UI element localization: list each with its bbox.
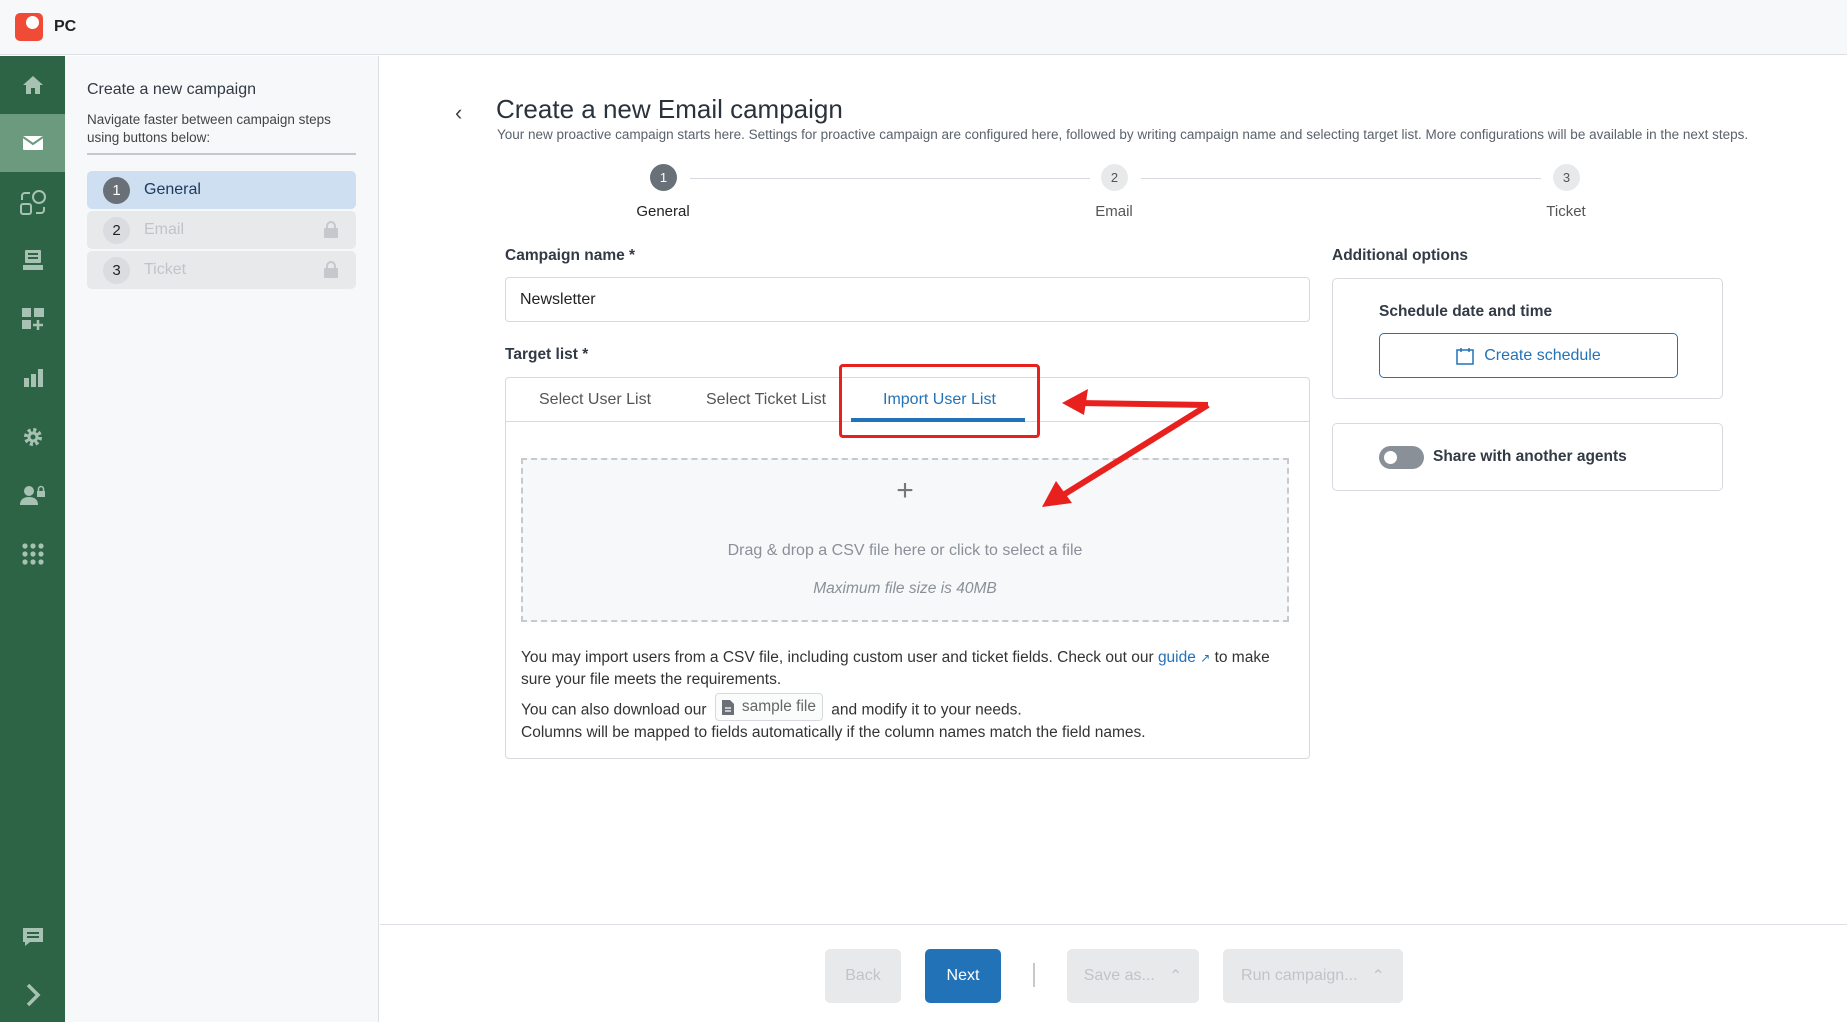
schedule-card: Schedule date and time Create schedule [1332, 278, 1723, 399]
create-schedule-button[interactable]: Create schedule [1379, 333, 1678, 378]
page-subtitle: Your new proactive campaign starts here.… [497, 127, 1749, 142]
user-lock-icon[interactable] [0, 466, 65, 524]
step-label: Email [144, 221, 185, 238]
step-item-general[interactable]: 1 General [87, 171, 356, 209]
annotation-arrows [1042, 389, 1210, 507]
stepper-circle-3: 3 [1553, 164, 1580, 191]
help-text-columns: Columns will be mapped to fields automat… [521, 724, 1146, 741]
dropzone-text: Drag & drop a CSV file here or click to … [727, 542, 1083, 559]
run-campaign-button[interactable]: Run campaign... ⌃ [1223, 949, 1403, 1003]
home-icon[interactable] [0, 56, 65, 114]
external-link-icon: ↗ [1200, 651, 1211, 665]
stepper-circle-2: 2 [1101, 164, 1128, 191]
chevron-right-icon[interactable] [0, 966, 65, 1024]
next-button[interactable]: Next [925, 949, 1001, 1003]
page-title: Create a new Email campaign [496, 94, 843, 124]
calendar-icon [1456, 347, 1474, 365]
steps-panel-subtitle: Navigate faster between campaign steps u… [87, 112, 331, 145]
tab-select-user-list[interactable]: Select User List [539, 391, 651, 409]
stepper-line [690, 178, 1090, 179]
chevron-up-icon: ⌃ [1371, 968, 1385, 985]
dashboard-add-icon[interactable] [0, 290, 65, 348]
share-card: Share with another agents [1332, 423, 1723, 491]
divider [1033, 963, 1035, 987]
help-text-guide: You may import users from a CSV file, in… [521, 647, 1291, 691]
save-as-button[interactable]: Save as... ⌃ [1067, 949, 1199, 1003]
annotation-highlight-box [839, 364, 1040, 438]
target-list-label: Target list * [505, 346, 589, 363]
back-chevron-icon[interactable]: ‹ [455, 100, 462, 126]
help-text: You can also download our [521, 701, 707, 719]
divider [87, 153, 356, 155]
apps-grid-icon[interactable] [0, 525, 65, 583]
help-text: You may import users from a CSV file, in… [521, 649, 1154, 666]
step-number: 3 [103, 256, 130, 284]
step-item-ticket[interactable]: 3 Ticket [87, 251, 356, 289]
share-label: Share with another agents [1433, 448, 1627, 465]
inbox-icon[interactable] [0, 231, 65, 289]
pc-logo[interactable] [15, 13, 43, 41]
stepper-label-email: Email [1095, 203, 1133, 220]
file-icon [721, 699, 734, 715]
additional-options-title: Additional options [1332, 247, 1469, 264]
guide-link[interactable]: guide ↗ [1158, 649, 1210, 666]
chevron-up-icon: ⌃ [1168, 968, 1183, 985]
lock-icon [324, 261, 338, 278]
step-label: Ticket [144, 261, 187, 278]
campaign-steps-panel: Create a new campaign Navigate faster be… [65, 56, 379, 1022]
stepper-label-general: General [636, 203, 690, 220]
top-bar: PC [0, 0, 1847, 55]
step-number: 1 [103, 176, 130, 204]
gear-icon[interactable] [0, 408, 65, 466]
dropzone-limit: Maximum file size is 40MB [813, 580, 997, 597]
help-text: and modify it to your needs. [831, 701, 1022, 719]
stepper-label-ticket: Ticket [1546, 203, 1586, 220]
tab-select-ticket-list[interactable]: Select Ticket List [706, 391, 826, 409]
share-toggle[interactable] [1379, 446, 1424, 469]
lock-icon [324, 221, 338, 238]
schedule-label: Schedule date and time [1379, 303, 1553, 320]
footer-bar: Back Next Save as... ⌃ Run campaign... ⌃ [380, 924, 1847, 1022]
stepper-line [1141, 178, 1541, 179]
sample-file-button[interactable]: sample file [714, 693, 823, 721]
chat-icon[interactable] [0, 908, 65, 966]
bar-chart-icon[interactable] [0, 349, 65, 407]
stepper-circle-1: 1 [650, 164, 677, 191]
help-text-sample: You can also download our sample file an… [521, 693, 1022, 722]
back-button[interactable]: Back [825, 949, 901, 1003]
shapes-icon[interactable] [0, 174, 65, 232]
app-name: PC [54, 18, 77, 35]
steps-panel-title: Create a new campaign [87, 81, 256, 98]
step-item-email[interactable]: 2 Email [87, 211, 356, 249]
campaign-name-input[interactable] [505, 277, 1310, 322]
step-label: General [144, 181, 201, 198]
step-number: 2 [103, 216, 130, 244]
campaign-name-label: Campaign name * [505, 247, 636, 264]
mail-icon[interactable] [0, 114, 65, 172]
nav-rail [0, 56, 65, 1022]
